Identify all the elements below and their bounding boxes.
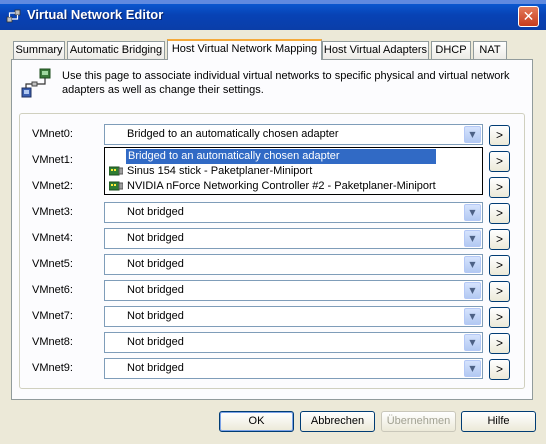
vmnet-adapter-select[interactable]: Not bridged ▼ [104, 306, 483, 327]
network-card-icon [109, 166, 123, 176]
vmnet-label: VMnet1: [32, 154, 73, 166]
vmnet-label: VMnet9: [32, 362, 73, 374]
info-description: Use this page to associate individual vi… [62, 70, 510, 96]
dropdown-option-sinus-154[interactable]: Sinus 154 stick - Paketplaner-Miniport [105, 164, 482, 179]
vmnet-adapter-value: Not bridged [127, 206, 184, 218]
chevron-down-icon[interactable]: ▼ [464, 204, 481, 221]
vmnet-settings-button[interactable]: > [489, 229, 510, 250]
network-card-icon [109, 181, 123, 191]
vmnet-label: VMnet3: [32, 206, 73, 218]
cancel-button[interactable]: Abbrechen [300, 411, 375, 432]
network-app-icon [6, 9, 21, 23]
tab-host-virtual-network-mapping[interactable]: Host Virtual Network Mapping [167, 39, 322, 60]
vmnet-adapter-select[interactable]: Not bridged ▼ [104, 280, 483, 301]
vmnet-adapter-value: Not bridged [127, 258, 184, 270]
vmnet-label: VMnet4: [32, 232, 73, 244]
adapter-dropdown-list[interactable]: Bridged to an automatically chosen adapt… [104, 147, 483, 195]
window-title: Virtual Network Editor [27, 7, 164, 22]
vmnet-settings-button[interactable]: > [489, 255, 510, 276]
vmnet-adapter-select[interactable]: Bridged to an automatically chosen adapt… [104, 124, 483, 145]
chevron-down-icon[interactable]: ▼ [464, 126, 481, 143]
vmnet-adapter-select[interactable]: Not bridged ▼ [104, 254, 483, 275]
vmnet-adapter-value: Not bridged [127, 310, 184, 322]
vmnet-settings-button[interactable]: > [489, 203, 510, 224]
tab-dhcp[interactable]: DHCP [431, 41, 471, 59]
title-bar-highlight [0, 0, 546, 4]
vmnet-adapter-value: Not bridged [127, 284, 184, 296]
vmnet-adapter-value: Bridged to an automatically chosen adapt… [127, 128, 339, 140]
vmnet-label: VMnet0: [32, 128, 73, 140]
tab-nat[interactable]: NAT [473, 41, 507, 59]
vmnet-label: VMnet7: [32, 310, 73, 322]
vmnet-settings-button[interactable]: > [489, 359, 510, 380]
chevron-down-icon[interactable]: ▼ [464, 282, 481, 299]
network-mapping-icon [21, 68, 51, 98]
chevron-down-icon[interactable]: ▼ [464, 308, 481, 325]
vmnet-label: VMnet8: [32, 336, 73, 348]
tab-automatic-bridging[interactable]: Automatic Bridging [67, 41, 165, 59]
vmnet-settings-button[interactable]: > [489, 177, 510, 198]
vmnet-label: VMnet5: [32, 258, 73, 270]
vmnet-label: VMnet2: [32, 180, 73, 192]
chevron-down-icon[interactable]: ▼ [464, 360, 481, 377]
vmnet-settings-button[interactable]: > [489, 307, 510, 328]
tab-host-virtual-adapters[interactable]: Host Virtual Adapters [322, 41, 429, 59]
help-button[interactable]: Hilfe [461, 411, 536, 432]
title-bar[interactable]: Virtual Network Editor ✕ [0, 0, 546, 30]
close-button[interactable]: ✕ [518, 6, 539, 27]
chevron-down-icon[interactable]: ▼ [464, 230, 481, 247]
chevron-down-icon[interactable]: ▼ [464, 256, 481, 273]
vmnet-settings-button[interactable]: > [489, 151, 510, 172]
vmnet-settings-button[interactable]: > [489, 281, 510, 302]
dropdown-option-nvidia-nforce[interactable]: NVIDIA nForce Networking Controller #2 -… [105, 179, 482, 194]
dropdown-option-auto-adapter[interactable]: Bridged to an automatically chosen adapt… [126, 149, 436, 164]
chevron-down-icon[interactable]: ▼ [464, 334, 481, 351]
vmnet-adapter-select[interactable]: Not bridged ▼ [104, 202, 483, 223]
apply-button: Übernehmen [381, 411, 456, 432]
tab-summary[interactable]: Summary [13, 41, 65, 59]
ok-button[interactable]: OK [219, 411, 294, 432]
vmnet-adapter-select[interactable]: Not bridged ▼ [104, 228, 483, 249]
vmnet-settings-button[interactable]: > [489, 333, 510, 354]
close-icon: ✕ [522, 9, 535, 25]
vmnet-settings-button[interactable]: > [489, 125, 510, 146]
virtual-network-editor-window: Virtual Network Editor ✕ Summary Automat… [0, 0, 546, 444]
vmnet-adapter-value: Not bridged [127, 362, 184, 374]
vmnet-label: VMnet6: [32, 284, 73, 296]
vmnet-adapter-select[interactable]: Not bridged ▼ [104, 358, 483, 379]
vmnet-adapter-value: Not bridged [127, 232, 184, 244]
vmnet-adapter-select[interactable]: Not bridged ▼ [104, 332, 483, 353]
vmnet-adapter-value: Not bridged [127, 336, 184, 348]
